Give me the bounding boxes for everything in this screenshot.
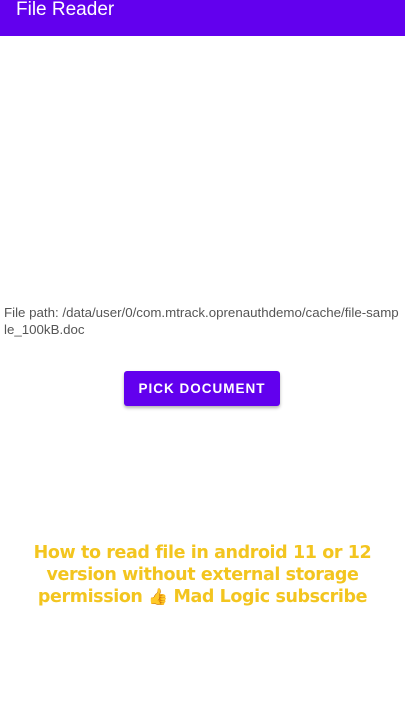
caption-line-3-end: Mad Logic subscribe bbox=[173, 587, 368, 607]
app-title: File Reader bbox=[16, 0, 115, 20]
pick-document-button[interactable]: PICK DOCUMENT bbox=[124, 371, 280, 406]
caption-line-1: How to read file in android 11 or 12 bbox=[33, 543, 372, 563]
video-caption-overlay: How to read file in android 11 or 12 ver… bbox=[24, 542, 381, 608]
caption-line-3-start: permission bbox=[37, 587, 143, 607]
thumbs-up-icon: 👍 bbox=[148, 587, 168, 606]
file-path-text: File path: /data/user/0/com.mtrack.opren… bbox=[4, 305, 399, 337]
app-bar: File Reader bbox=[0, 0, 405, 36]
caption-line-2: version without external storage bbox=[46, 565, 359, 585]
main-content: File path: /data/user/0/com.mtrack.opren… bbox=[0, 36, 405, 720]
